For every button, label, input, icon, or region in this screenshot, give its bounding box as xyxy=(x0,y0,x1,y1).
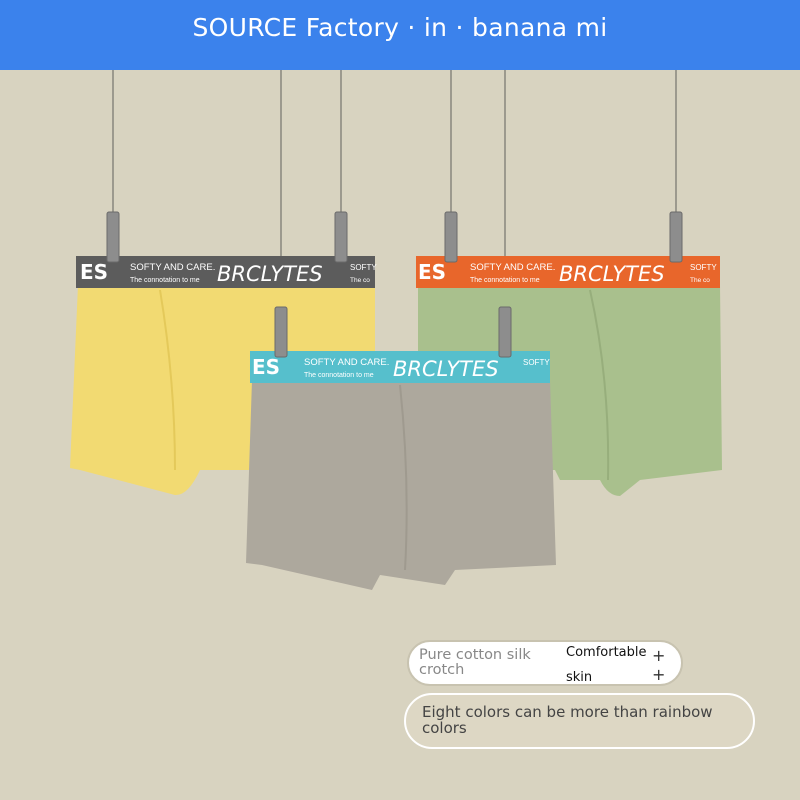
briefs-body xyxy=(246,380,556,590)
feature-side-line: Comfortable xyxy=(566,645,647,660)
clip-icon xyxy=(669,211,683,263)
plus-icon: + + xyxy=(652,646,666,684)
waistband-brand: BRCLYTES xyxy=(217,262,323,286)
waistband-fragment: ES xyxy=(418,260,446,284)
clip-icon xyxy=(444,211,458,263)
waistband-brand: BRCLYTES xyxy=(393,357,499,381)
feature-badge-cotton: Pure cotton silk crotch Comfortable skin… xyxy=(407,640,683,686)
product-grey-briefs: ES SOFTY AND CARE. The connotation to me… xyxy=(246,351,556,590)
waistband-edge-tag: SOFTY xyxy=(350,263,377,272)
waistband-edge-tag: SOFTY xyxy=(523,358,550,367)
waistband-fragment: ES xyxy=(252,355,280,379)
waistband-edge-tag: The co xyxy=(350,277,370,284)
clip-icon xyxy=(498,306,512,358)
waistband-subline: The connotation to me xyxy=(304,372,374,379)
waistband-edge-tag: The co xyxy=(690,277,710,284)
waistband-fragment: ES xyxy=(80,260,108,284)
feature-text: Eight colors can be more than rainbow co… xyxy=(422,703,713,737)
feature-badge-colors: Eight colors can be more than rainbow co… xyxy=(404,693,755,749)
waistband-edge-tag: SOFTY xyxy=(690,263,717,272)
waistband-tagline: SOFTY AND CARE. xyxy=(130,262,215,273)
clip-icon xyxy=(334,211,348,263)
feature-text: Pure cotton silk crotch xyxy=(419,647,531,678)
waistband-tagline: SOFTY AND CARE. xyxy=(304,357,389,368)
waistband-brand: BRCLYTES xyxy=(559,262,665,286)
waistband-subline: The connotation to me xyxy=(470,277,540,284)
feature-side-line: skin xyxy=(566,670,593,685)
waistband-subline: The connotation to me xyxy=(130,277,200,284)
clip-icon xyxy=(106,211,120,263)
clip-icon xyxy=(274,306,288,358)
waistband-tagline: SOFTY AND CARE. xyxy=(470,262,555,273)
